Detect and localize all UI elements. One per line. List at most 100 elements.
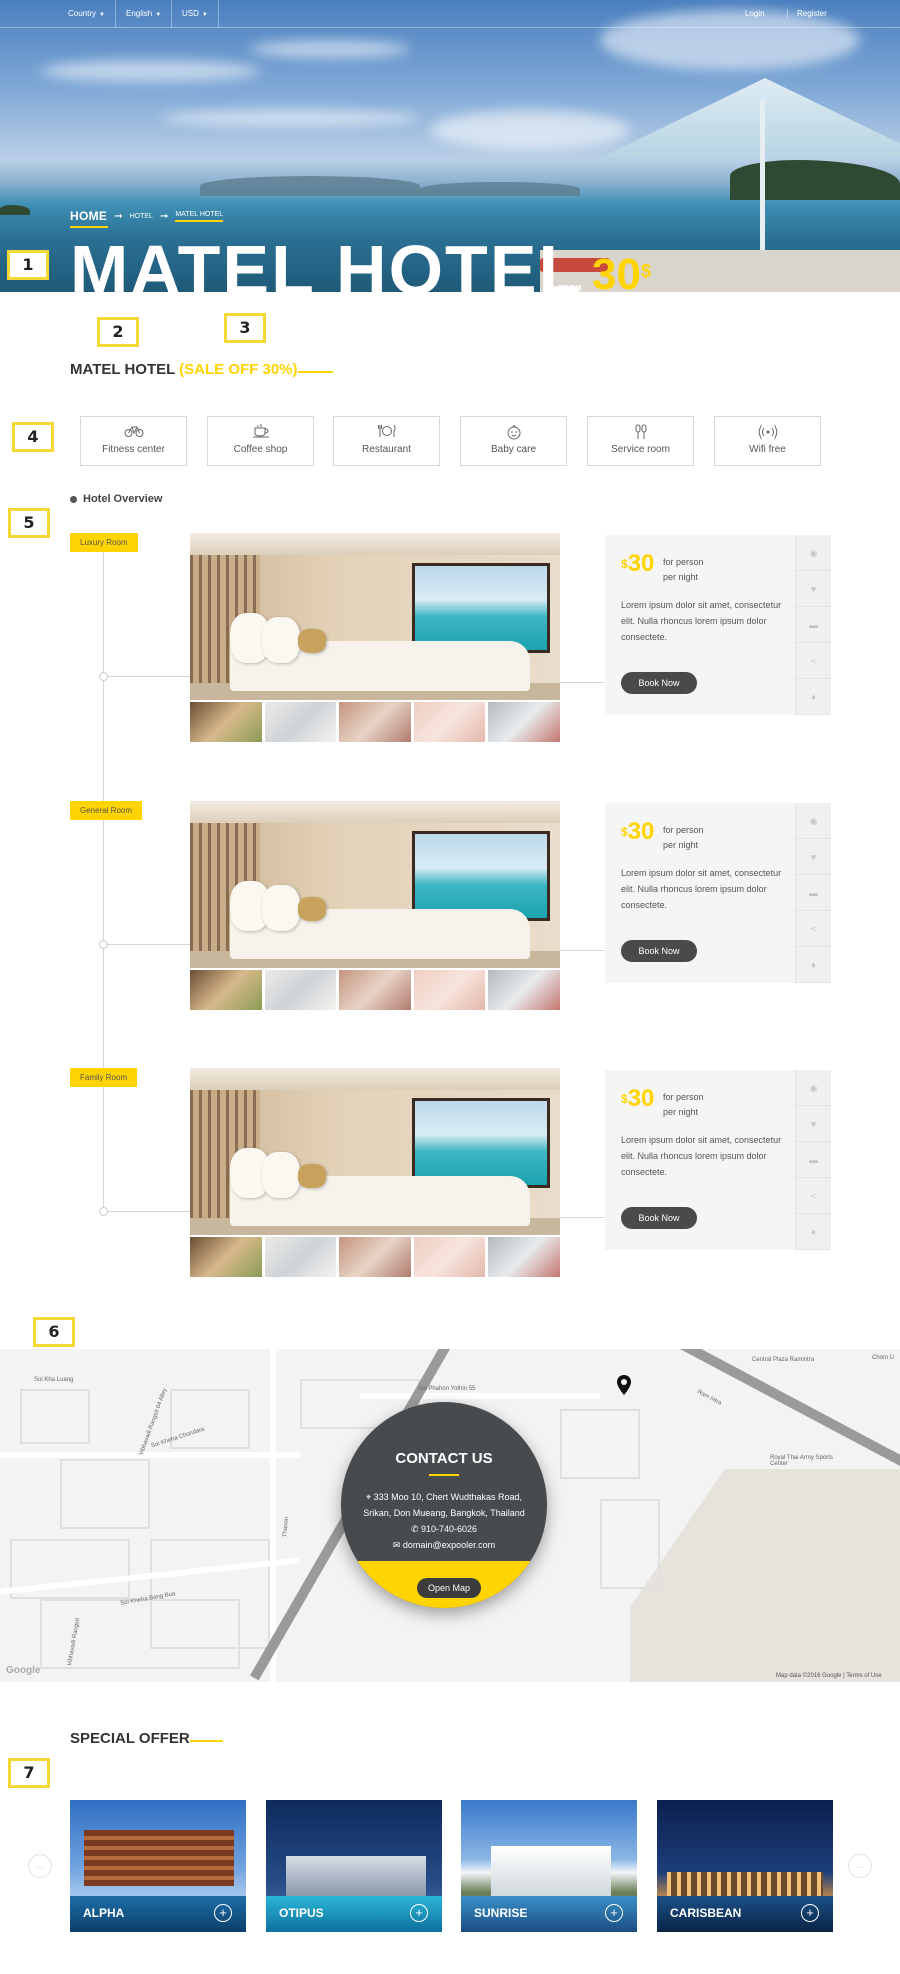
carousel-prev-button[interactable]: ← — [28, 1854, 52, 1878]
offer-name: SUNRISE — [474, 1906, 528, 1920]
plus-circle-icon[interactable]: + — [801, 1904, 819, 1922]
thumbnail[interactable] — [264, 1237, 337, 1277]
amenity-fitness-center[interactable]: Fitness center — [80, 416, 187, 466]
annotation-marker-5: 5 — [8, 508, 50, 538]
map-block — [60, 1459, 150, 1529]
dining-icon — [334, 424, 439, 442]
room-photo[interactable] — [190, 801, 560, 968]
wifi-icon — [715, 424, 820, 442]
comment-icon[interactable]: ▬ — [796, 607, 831, 643]
thumbnail[interactable] — [264, 702, 337, 742]
thumbnail[interactable] — [413, 1237, 486, 1277]
photo-pillow — [262, 885, 300, 931]
plus-circle-icon[interactable]: + — [605, 1904, 623, 1922]
thumbnail[interactable] — [488, 702, 560, 742]
per-night-label: per night — [663, 572, 699, 582]
share-icon[interactable]: < — [796, 1178, 831, 1214]
country-selector[interactable]: Country ▼ — [58, 0, 116, 28]
thumbnail[interactable] — [190, 970, 262, 1010]
breadcrumb-underline — [70, 226, 108, 228]
heart-icon[interactable]: ♥ — [796, 571, 831, 607]
amenity-coffee-shop[interactable]: Coffee shop — [207, 416, 314, 466]
location-pin-icon[interactable]: ♦ — [796, 679, 831, 715]
map-road — [0, 1452, 300, 1458]
amenity-baby-care[interactable]: Baby care — [460, 416, 567, 466]
breadcrumb-home[interactable]: HOME — [70, 209, 107, 223]
amenity-wifi-free[interactable]: Wifi free — [714, 416, 821, 466]
thumbnail[interactable] — [488, 970, 560, 1010]
thumbnail[interactable] — [190, 702, 262, 742]
heart-icon[interactable]: ♥ — [796, 839, 831, 875]
offer-card-alpha[interactable]: ALPHA + — [70, 1800, 246, 1932]
sale-badge: (SALE OFF 30%) — [179, 361, 298, 378]
location-pin-icon[interactable]: ♦ — [796, 1214, 831, 1250]
map-label: Ram Intra — [696, 1389, 723, 1407]
login-link[interactable]: Login — [745, 0, 765, 28]
amenity-service-room[interactable]: Service room — [587, 416, 694, 466]
amenity-label: Service room — [611, 444, 670, 455]
thumbnail[interactable] — [488, 1237, 560, 1277]
offer-name: OTIPUS — [279, 1906, 324, 1920]
annotation-marker-4: 4 — [12, 422, 54, 452]
carousel-next-button[interactable]: → — [848, 1854, 872, 1878]
page-title: MATEL HOTEL — [70, 231, 584, 292]
eye-icon[interactable]: ◉ — [796, 803, 831, 839]
per-person-label: for person — [663, 1092, 704, 1102]
amenity-restaurant[interactable]: Restaurant — [333, 416, 440, 466]
timeline-connector — [108, 1211, 190, 1212]
thumbnail[interactable] — [190, 1237, 262, 1277]
hero-cloud — [40, 60, 260, 82]
thumbnail[interactable] — [339, 970, 411, 1010]
offer-card-sunrise[interactable]: SUNRISE + — [461, 1800, 637, 1932]
eye-icon[interactable]: ◉ — [796, 535, 831, 571]
room-info-panel: $30 for person per night Lorem ipsum dolo… — [605, 535, 831, 715]
breadcrumb-hotel[interactable]: HOTEL — [130, 213, 153, 220]
comment-icon[interactable]: ▬ — [796, 1142, 831, 1178]
thumbnail[interactable] — [339, 1237, 411, 1277]
room-tag-general[interactable]: General Room — [70, 801, 143, 820]
share-icon[interactable]: < — [796, 643, 831, 679]
price-value: 30 — [627, 550, 655, 577]
room-tag-luxury[interactable]: Luxury Room — [70, 533, 138, 552]
timeline-node — [99, 940, 108, 949]
photo-ceiling — [190, 533, 560, 555]
room-photo[interactable] — [190, 1068, 560, 1235]
room-tag-family[interactable]: Family Room — [70, 1068, 138, 1087]
plus-circle-icon[interactable]: + — [214, 1904, 232, 1922]
location-pin-icon[interactable]: ♦ — [796, 947, 831, 983]
per-night-label: per night — [663, 1107, 699, 1117]
offer-building — [491, 1846, 611, 1896]
register-link[interactable]: Register — [797, 0, 827, 28]
book-now-button[interactable]: Book Now — [621, 1207, 697, 1229]
map-block — [20, 1389, 90, 1444]
currency-label: USD — [182, 9, 199, 18]
thumbnail[interactable] — [413, 702, 486, 742]
eye-icon[interactable]: ◉ — [796, 1070, 831, 1106]
offer-card-otipus[interactable]: OTIPUS + — [266, 1800, 442, 1932]
map-block — [170, 1389, 250, 1449]
share-icon[interactable]: < — [796, 911, 831, 947]
hotel-name: MATEL HOTEL — [70, 361, 175, 378]
thumbnail[interactable] — [413, 970, 486, 1010]
offer-card-carisbean[interactable]: CARISBEAN + — [657, 1800, 833, 1932]
map-pin-icon[interactable] — [617, 1375, 631, 1395]
map-copyright[interactable]: Map data ©2016 Google | Terms of Use — [776, 1673, 882, 1679]
plus-circle-icon[interactable]: + — [410, 1904, 428, 1922]
open-map-button[interactable]: Open Map — [417, 1578, 481, 1598]
language-selector[interactable]: English ▼ — [116, 0, 173, 28]
heart-icon[interactable]: ♥ — [796, 1106, 831, 1142]
currency-selector[interactable]: USD ▼ — [172, 0, 219, 28]
photo-pillow — [298, 1164, 326, 1188]
room-price: $30 — [621, 819, 654, 845]
thumbnail[interactable] — [264, 970, 337, 1010]
photo-pillow — [262, 1152, 300, 1198]
room-photo[interactable] — [190, 533, 560, 700]
book-now-button[interactable]: Book Now — [621, 940, 697, 962]
thumbnail[interactable] — [339, 702, 411, 742]
contact-email-text[interactable]: domain@expooler.com — [403, 1540, 495, 1550]
timeline-connector — [108, 676, 190, 677]
room-actions: ◉ ♥ ▬ < ♦ — [795, 803, 831, 983]
special-offer-title: SPECIAL OFFER — [70, 1730, 190, 1747]
book-now-button[interactable]: Book Now — [621, 672, 697, 694]
comment-icon[interactable]: ▬ — [796, 875, 831, 911]
